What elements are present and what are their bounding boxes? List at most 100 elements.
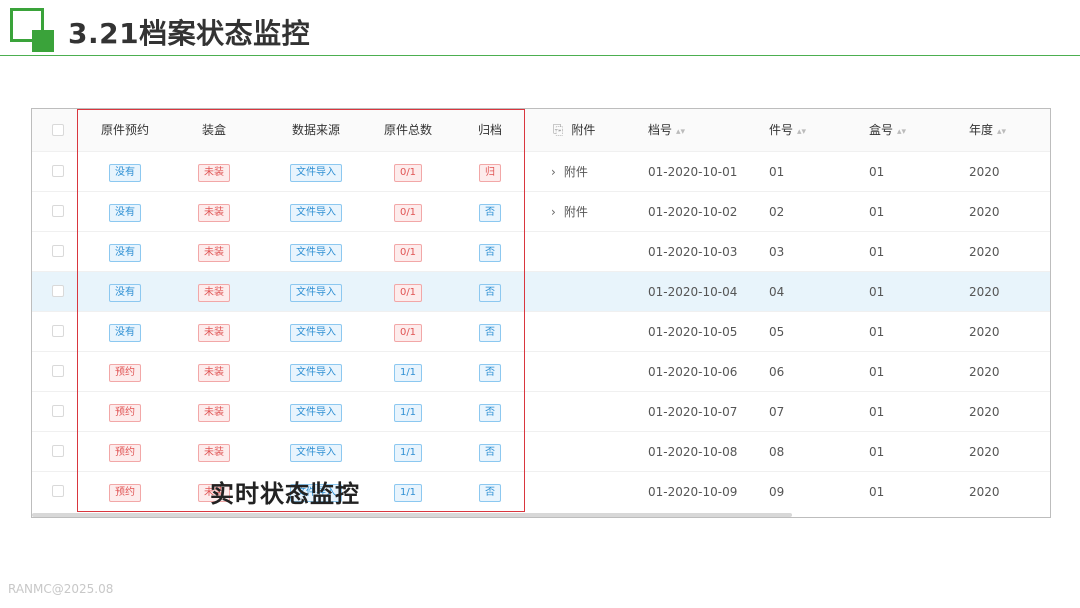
original-total-badge: 0/1 — [393, 163, 423, 182]
row-checkbox[interactable] — [52, 405, 64, 417]
cell-original-booking: 预约 — [80, 392, 170, 432]
table-row[interactable]: 预约 未装 文件导入 1/1 否 › 01-2020-10-07 07 01 2… — [32, 391, 1050, 431]
cell-original-booking: 预约 — [80, 432, 170, 472]
cell-attachment[interactable]: › 附件 — [551, 152, 588, 192]
table-row[interactable]: 预约 未装 文件导入 1/1 否 › 01-2020-10-06 06 01 2… — [32, 351, 1050, 391]
table-row[interactable]: 预约 未装 文件导入 1/1 否 › 01-2020-10-09 09 01 2… — [32, 471, 1050, 511]
cell-original-total: 0/1 — [358, 232, 458, 272]
original-total-badge: 0/1 — [393, 243, 423, 262]
data-source-badge: 文件导入 — [290, 163, 342, 182]
column-archived[interactable]: 归档 — [455, 109, 525, 151]
row-checkbox[interactable] — [52, 325, 64, 337]
cell-item-no: 06 — [769, 365, 785, 379]
cell-year: 2020 — [969, 485, 1000, 499]
column-original-booking[interactable]: 原件预约 — [80, 109, 170, 151]
cell-item-no: 03 — [769, 245, 785, 259]
archived-status-badge: 归 — [479, 163, 501, 182]
row-checkbox[interactable] — [52, 245, 64, 257]
table-row[interactable]: 预约 未装 文件导入 1/1 否 › 01-2020-10-08 08 01 2… — [32, 431, 1050, 471]
cell-box-no: 01 — [869, 165, 885, 179]
sort-icon[interactable]: ▴▾ — [897, 127, 906, 137]
column-item-no[interactable]: 件号 ▴▾ — [769, 109, 806, 151]
column-data-source[interactable]: 数据来源 — [266, 109, 366, 151]
cell-year: 2020 — [969, 245, 1000, 259]
cell-packed: 未装 — [169, 152, 259, 192]
original-total-badge: 1/1 — [393, 483, 423, 502]
packed-status-badge: 未装 — [198, 363, 230, 382]
cell-original-total: 0/1 — [358, 152, 458, 192]
packed-status-badge: 未装 — [198, 283, 230, 302]
cell-data-source: 文件导入 — [266, 432, 366, 472]
column-box-no[interactable]: 盒号 ▴▾ — [869, 109, 906, 151]
cell-original-booking: 预约 — [80, 352, 170, 392]
column-archive-no[interactable]: 档号 ▴▾ — [648, 109, 685, 151]
column-year[interactable]: 年度 ▴▾ — [969, 109, 1006, 151]
cell-data-source: 文件导入 — [266, 392, 366, 432]
cell-original-booking: 没有 — [80, 272, 170, 312]
cell-original-total: 0/1 — [358, 272, 458, 312]
table-row[interactable]: 没有 未装 文件导入 0/1 否 › 附件 01-2020-10-02 02 01… — [32, 191, 1050, 231]
cell-original-total: 1/1 — [358, 352, 458, 392]
booking-status-badge: 预约 — [109, 443, 141, 462]
cell-packed: 未装 — [169, 192, 259, 232]
page-title: 3.21档案状态监控 — [68, 17, 311, 50]
sort-icon[interactable]: ▴▾ — [797, 127, 806, 137]
booking-status-badge: 没有 — [109, 203, 141, 222]
attachment-link[interactable]: 附件 — [564, 205, 588, 219]
column-attachment[interactable]: ⎘ 附件 — [553, 109, 595, 151]
row-checkbox[interactable] — [52, 165, 64, 177]
cell-original-total: 1/1 — [358, 472, 458, 512]
row-checkbox[interactable] — [52, 365, 64, 377]
table-row[interactable]: 没有 未装 文件导入 0/1 否 › 01-2020-10-04 04 01 2… — [32, 271, 1050, 311]
column-archive-no-label: 档号 — [648, 123, 673, 137]
cell-data-source: 文件导入 — [266, 192, 366, 232]
cell-original-booking: 没有 — [80, 152, 170, 192]
column-original-total[interactable]: 原件总数 — [358, 109, 458, 151]
cell-archived: 否 — [455, 272, 525, 312]
cell-year: 2020 — [969, 165, 1000, 179]
cell-data-source: 文件导入 — [266, 232, 366, 272]
chevron-right-icon[interactable]: › — [551, 152, 556, 192]
horizontal-scrollbar[interactable] — [32, 513, 792, 517]
cell-data-source: 文件导入 — [266, 352, 366, 392]
select-all-checkbox[interactable] — [52, 124, 64, 136]
cell-packed: 未装 — [169, 312, 259, 352]
original-total-badge: 1/1 — [393, 403, 423, 422]
cell-packed: 未装 — [169, 272, 259, 312]
table-row[interactable]: 没有 未装 文件导入 0/1 归 › 附件 01-2020-10-01 01 01… — [32, 151, 1050, 191]
sort-icon[interactable]: ▴▾ — [997, 127, 1006, 137]
booking-status-badge: 预约 — [109, 403, 141, 422]
archived-status-badge: 否 — [479, 323, 501, 342]
cell-original-total: 0/1 — [358, 312, 458, 352]
cell-packed: 未装 — [169, 232, 259, 272]
header-divider — [0, 55, 1080, 56]
column-attachment-label: 附件 — [571, 123, 596, 137]
cell-box-no: 01 — [869, 205, 885, 219]
cell-archived: 否 — [455, 432, 525, 472]
row-checkbox[interactable] — [52, 205, 64, 217]
cell-archive-no: 01-2020-10-05 — [648, 325, 738, 339]
original-total-badge: 0/1 — [393, 203, 423, 222]
cell-attachment[interactable]: › 附件 — [551, 192, 588, 232]
chevron-right-icon[interactable]: › — [551, 192, 556, 232]
data-source-badge: 文件导入 — [290, 283, 342, 302]
archived-status-badge: 否 — [479, 283, 501, 302]
archived-status-badge: 否 — [479, 363, 501, 382]
packed-status-badge: 未装 — [198, 203, 230, 222]
packed-status-badge: 未装 — [198, 403, 230, 422]
cell-archived: 否 — [455, 232, 525, 272]
cell-item-no: 04 — [769, 285, 785, 299]
table-row[interactable]: 没有 未装 文件导入 0/1 否 › 01-2020-10-05 05 01 2… — [32, 311, 1050, 351]
cell-archived: 否 — [455, 312, 525, 352]
logo-square-fill — [32, 30, 54, 52]
sort-icon[interactable]: ▴▾ — [676, 127, 685, 137]
cell-year: 2020 — [969, 445, 1000, 459]
archived-status-badge: 否 — [479, 443, 501, 462]
row-checkbox[interactable] — [52, 285, 64, 297]
column-packed[interactable]: 装盒 — [169, 109, 259, 151]
table-row[interactable]: 没有 未装 文件导入 0/1 否 › 01-2020-10-03 03 01 2… — [32, 231, 1050, 271]
row-checkbox[interactable] — [52, 485, 64, 497]
row-checkbox[interactable] — [52, 445, 64, 457]
cell-original-booking: 预约 — [80, 472, 170, 512]
attachment-link[interactable]: 附件 — [564, 165, 588, 179]
